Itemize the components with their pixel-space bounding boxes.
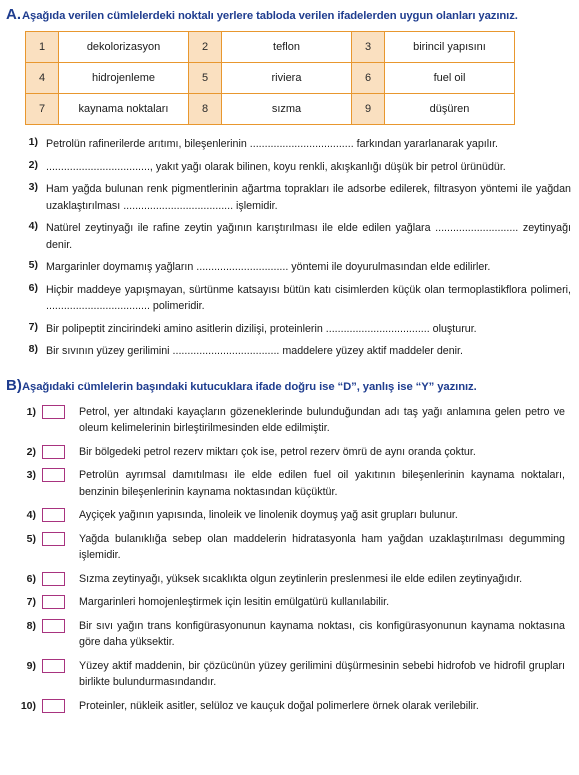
answer-checkbox[interactable] xyxy=(42,571,65,586)
word-bank-number: 7 xyxy=(25,93,59,125)
question-number: 2) xyxy=(28,158,38,171)
answer-checkbox[interactable] xyxy=(42,531,65,546)
section-a-title: Aşağıda verilen cümlelerdeki noktalı yer… xyxy=(22,10,518,22)
list-item: 6) Hiçbir maddeye yapışmayan, sürtünme k… xyxy=(12,282,579,315)
list-item: 4) Ayçiçek yağının yapısında, linoleik v… xyxy=(12,507,579,524)
list-item: 1) Petrol, yer altındaki kayaçların göze… xyxy=(12,404,579,437)
section-b-question-list: 1) Petrol, yer altındaki kayaçların göze… xyxy=(12,404,579,715)
list-item: 4) Natürel zeytinyağı ile rafine zeytin … xyxy=(12,220,579,253)
question-text: Bir sıvı yağın trans konfigürasyonunun k… xyxy=(79,619,565,649)
question-number: 4) xyxy=(26,509,36,521)
question-number: 7) xyxy=(26,596,36,608)
question-text: Ayçiçek yağının yapısında, linoleik ve l… xyxy=(79,509,458,521)
question-text: Yüzey aktif maddenin, bir çözücünün yüze… xyxy=(79,659,565,689)
section-a-letter: A. xyxy=(6,6,21,23)
word-bank-term: dekolorizasyon xyxy=(58,31,189,63)
question-number: 5) xyxy=(26,532,36,545)
word-bank-table: 1 dekolorizasyon 2 teflon 3 birincil yap… xyxy=(25,31,515,125)
question-number: 1) xyxy=(28,136,38,148)
list-item: 7) Bir polipeptit zincirindeki amino asi… xyxy=(12,321,579,338)
list-item: 5) Yağda bulanıklığa sebep olan maddeler… xyxy=(12,531,579,564)
question-text: Bir sıvının yüzey gerilimini ...........… xyxy=(46,345,463,357)
list-item: 2) ..................................., … xyxy=(12,159,579,176)
word-bank-number: 9 xyxy=(351,93,385,125)
word-bank-term: riviera xyxy=(221,62,352,94)
question-number: 6) xyxy=(26,572,36,585)
list-item: 10) Proteinler, nükleik asitler, selüloz… xyxy=(12,698,579,715)
section-b-title: Aşağıdaki cümlelerin başındaki kutucukla… xyxy=(22,380,477,393)
word-bank-term: fuel oil xyxy=(384,62,515,94)
section-a-header: A. Aşağıda verilen cümlelerdeki noktalı … xyxy=(0,0,579,23)
answer-checkbox[interactable] xyxy=(42,698,65,713)
answer-checkbox[interactable] xyxy=(42,508,65,522)
answer-checkbox[interactable] xyxy=(42,468,65,482)
section-b-letter: B) xyxy=(6,376,22,394)
list-item: 9) Yüzey aktif maddenin, bir çözücünün y… xyxy=(12,658,579,691)
word-bank-number: 6 xyxy=(351,62,385,94)
list-item: 8) Bir sıvı yağın trans konfigürasyonunu… xyxy=(12,618,579,651)
answer-checkbox[interactable] xyxy=(42,618,65,633)
question-number: 8) xyxy=(26,619,36,632)
question-text: Proteinler, nükleik asitler, selüloz ve … xyxy=(79,699,479,712)
word-bank-number: 4 xyxy=(25,62,59,94)
list-item: 7) Margarinleri homojenleştirmek için le… xyxy=(12,594,579,611)
question-number: 3) xyxy=(28,181,38,193)
list-item: 3) Ham yağda bulunan renk pigmentlerinin… xyxy=(12,181,579,214)
question-text: Hiçbir maddeye yapışmayan, sürtünme kats… xyxy=(46,283,571,313)
question-number: 7) xyxy=(28,320,38,333)
answer-checkbox[interactable] xyxy=(42,444,65,459)
list-item: 8) Bir sıvının yüzey gerilimini ........… xyxy=(12,343,579,360)
question-number: 10) xyxy=(20,699,36,712)
question-text: Margarinleri homojenleştirmek için lesit… xyxy=(79,596,390,608)
word-bank-term: birincil yapısını xyxy=(384,31,515,63)
word-bank-number: 1 xyxy=(25,31,59,63)
question-number: 3) xyxy=(26,469,36,481)
word-bank-number: 8 xyxy=(188,93,222,125)
table-row: 1 dekolorizasyon 2 teflon 3 birincil yap… xyxy=(25,31,515,63)
word-bank-number: 3 xyxy=(351,31,385,63)
question-number: 6) xyxy=(28,281,38,294)
answer-checkbox[interactable] xyxy=(42,658,65,673)
answer-checkbox[interactable] xyxy=(42,404,65,419)
word-bank-term: kaynama noktaları xyxy=(58,93,189,125)
question-text: Margarinler doymamış yağların ..........… xyxy=(46,261,491,273)
question-number: 4) xyxy=(28,220,38,232)
question-text: Yağda bulanıklığa sebep olan maddelerin … xyxy=(79,532,565,562)
answer-checkbox[interactable] xyxy=(42,595,65,609)
question-text: Petrolün ayrımsal damıtılması ile elde e… xyxy=(79,469,565,498)
word-bank-number: 2 xyxy=(188,31,222,63)
question-number: 8) xyxy=(28,343,38,355)
question-text: Petrol, yer altındaki kayaçların gözenek… xyxy=(79,405,565,435)
word-bank-term: teflon xyxy=(221,31,352,63)
question-number: 9) xyxy=(26,659,36,672)
question-text: ..................................., yak… xyxy=(46,160,506,173)
word-bank-number: 5 xyxy=(188,62,222,94)
question-number: 2) xyxy=(26,445,36,458)
word-bank-term: düşüren xyxy=(384,93,515,125)
section-b-header: B) Aşağıdaki cümlelerin başındaki kutucu… xyxy=(0,376,579,394)
list-item: 3) Petrolün ayrımsal damıtılması ile eld… xyxy=(12,467,579,500)
list-item: 1) Petrolün rafinerilerde arıtımı, bileş… xyxy=(12,136,579,153)
question-text: Bir polipeptit zincirindeki amino asitle… xyxy=(46,322,477,335)
list-item: 2) Bir bölgedeki petrol rezerv miktarı ç… xyxy=(12,444,579,461)
table-row: 7 kaynama noktaları 8 sızma 9 düşüren xyxy=(25,93,515,125)
question-number: 1) xyxy=(26,405,36,418)
list-item: 5) Margarinler doymamış yağların .......… xyxy=(12,259,579,276)
table-row: 4 hidrojenleme 5 riviera 6 fuel oil xyxy=(25,62,515,94)
word-bank-container: 1 dekolorizasyon 2 teflon 3 birincil yap… xyxy=(25,31,579,125)
word-bank-term: sızma xyxy=(221,93,352,125)
question-text: Ham yağda bulunan renk pigmentlerinin ağ… xyxy=(46,183,571,212)
list-item: 6) Sızma zeytinyağı, yüksek sıcaklıkta o… xyxy=(12,571,579,588)
question-text: Petrolün rafinerilerde arıtımı, bileşenl… xyxy=(46,138,499,150)
word-bank-term: hidrojenleme xyxy=(58,62,189,94)
question-number: 5) xyxy=(28,259,38,271)
question-text: Natürel zeytinyağı ile rafine zeytin yağ… xyxy=(46,222,571,251)
question-text: Bir bölgedeki petrol rezerv miktarı çok … xyxy=(79,445,476,458)
question-text: Sızma zeytinyağı, yüksek sıcaklıkta olgu… xyxy=(79,572,523,585)
section-a-question-list: 1) Petrolün rafinerilerde arıtımı, bileş… xyxy=(12,136,579,360)
